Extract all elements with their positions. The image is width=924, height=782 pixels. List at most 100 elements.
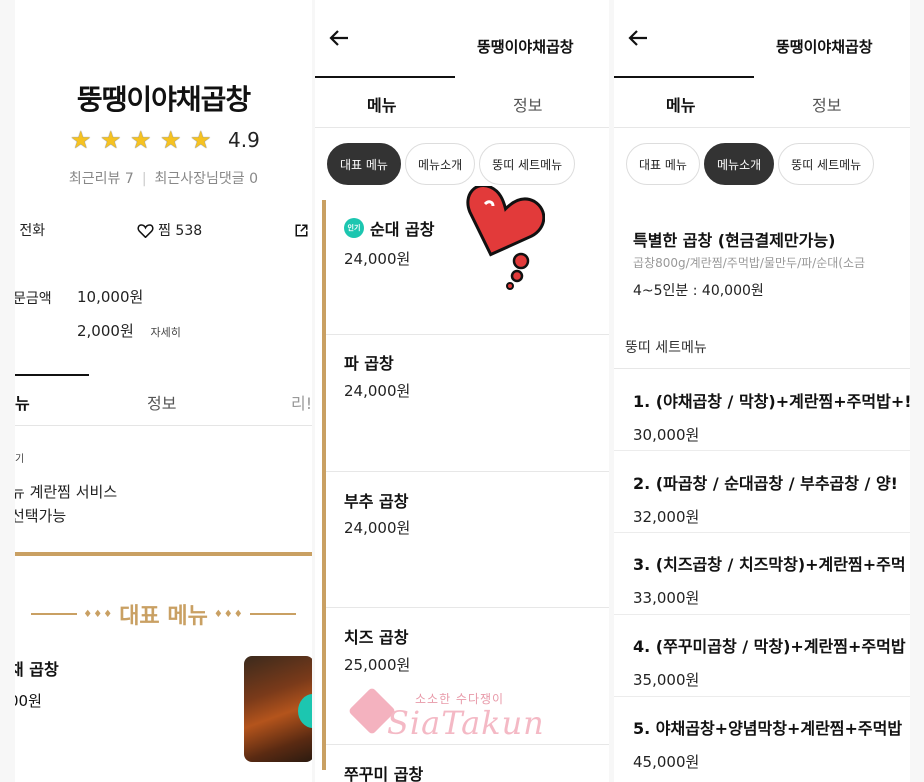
menu-item-name: 치즈 곱창: [344, 628, 409, 647]
chip-menu-intro[interactable]: 메뉴소개: [703, 143, 775, 185]
star-icon: ★: [190, 126, 212, 154]
set-menu-name: 1. (야채곱창 / 막창)+계란찜+주먹밥+!: [633, 392, 910, 411]
header-title: 뚱땡이야채곱창: [776, 38, 873, 56]
badge-dot: [298, 694, 312, 728]
menu-tabs: 메뉴 정보: [614, 76, 910, 128]
tab-info[interactable]: 정보: [812, 92, 841, 116]
owner-comments-link[interactable]: 최근사장님댓글 0: [155, 171, 259, 187]
tab-info[interactable]: 정보: [513, 92, 542, 116]
call-label: 전화: [19, 223, 46, 239]
set-menu-name: 3. (치즈곱창 / 치즈막창)+계란찜+주먹: [633, 555, 906, 574]
top-bar: 뚱땡이야채곱창: [315, 0, 609, 76]
menu-tabs: 메뉴 정보: [315, 76, 609, 128]
set-menu-item[interactable]: 3. (치즈곱창 / 치즈막창)+계란찜+주먹 33,000원: [633, 551, 906, 608]
set-menu-price: 30,000원: [633, 426, 700, 444]
store-home-panel: 뚱땡이야채곱창 ★ ★ ★ ★ ★ 4.9 최근리뷰 7 | 최근사장님댓글 0 ❯…: [15, 0, 312, 782]
menu-item-price: 25,000원: [344, 656, 411, 674]
call-button[interactable]: ❯ 전화: [15, 220, 45, 240]
min-order-label: 문금액: [15, 291, 52, 307]
review-summary: 최근리뷰 7 | 최근사장님댓글 0: [15, 168, 312, 188]
header-title: 뚱땡이야채곱창: [477, 38, 574, 56]
category-chips: 대표 메뉴 메뉴소개 뚱띠 세트메뉴: [626, 143, 875, 185]
top-bar: 뚱땡이야채곱창: [614, 0, 910, 76]
notice-text: 뉴 계란찜 서비스 선택가능: [15, 480, 117, 528]
menu-item-name: 파 곱창: [344, 354, 394, 373]
divider: [614, 368, 910, 369]
set-menu-name: 2. (파곱창 / 순대곱창 / 부추곱창 / 양!: [633, 474, 898, 493]
set-menu-name: 5. 야채곱창+양념막창+계란찜+주먹밥: [633, 719, 903, 738]
set-menu-price: 45,000원: [633, 753, 700, 771]
chip-signature-menu[interactable]: 대표 메뉴: [327, 143, 401, 185]
notice-line: 뉴 계란찜 서비스: [15, 483, 118, 501]
store-action-bar: ❯ 전화 찜 538 공: [15, 220, 312, 240]
chip-signature-menu[interactable]: 대표 메뉴: [626, 143, 700, 185]
divider: [614, 450, 910, 451]
rating-row: ★ ★ ★ ★ ★ 4.9: [70, 126, 260, 154]
category-chips: 대표 메뉴 메뉴소개 뚱띠 세트메뉴: [327, 143, 576, 185]
share-button[interactable]: 공: [294, 220, 312, 240]
detail-link[interactable]: 자세히: [151, 326, 181, 339]
menu-item-name: 순대 곱창: [370, 220, 435, 239]
tab-menu[interactable]: 뉴: [15, 390, 30, 414]
divider: |: [141, 171, 147, 187]
banner-line: [249, 613, 296, 615]
section-title: 뚱띠 세트메뉴: [625, 340, 707, 356]
star-icon: ★: [160, 126, 182, 154]
tab-menu[interactable]: 메뉴: [367, 92, 396, 116]
delivery-fee-row: 2,000원 자세히: [77, 320, 181, 341]
set-menu-item[interactable]: 1. (야채곱창 / 막창)+계란찜+주먹밥+! 30,000원: [633, 388, 910, 445]
store-tabs: 뉴 정보 리!: [15, 374, 312, 426]
set-menu-price: 33,000원: [633, 589, 700, 607]
menu-signature-panel: 뚱땡이야채곱창 메뉴 정보 대표 메뉴 메뉴소개 뚱띠 세트메뉴 인기 순대 곱…: [315, 0, 609, 782]
section-divider: [15, 552, 312, 556]
active-tab-indicator: [15, 374, 89, 376]
star-icon: ★: [100, 126, 122, 154]
chip-menu-intro[interactable]: 메뉴소개: [404, 143, 476, 185]
min-order-value: 10,000원: [77, 288, 144, 306]
back-arrow-icon[interactable]: [628, 28, 648, 53]
tab-reviews[interactable]: 리!: [291, 390, 312, 414]
min-order-row: 문금액 10,000원: [15, 288, 143, 308]
chip-set-menu[interactable]: 뚱띠 세트메뉴: [778, 143, 875, 185]
notice-line: 선택가능: [15, 507, 67, 525]
delivery-fee-value: 2,000원: [77, 322, 134, 340]
menu-item-price: 00원: [15, 692, 42, 710]
favorite-count: 찜 538: [158, 223, 203, 239]
set-menu-item[interactable]: 5. 야채곱창+양념막창+계란찜+주먹밥 45,000원: [633, 715, 902, 772]
set-menu-price: 32,000원: [633, 508, 700, 526]
special-menu-title[interactable]: 특별한 곱창 (현금결제만가능): [633, 227, 835, 251]
set-menu-item[interactable]: 2. (파곱창 / 순대곱창 / 부추곱창 / 양! 32,000원: [633, 470, 898, 527]
chip-set-menu[interactable]: 뚱띠 세트메뉴: [479, 143, 576, 185]
menu-item[interactable]: 부추 곱창 24,000원: [326, 472, 609, 608]
divider: [614, 532, 910, 533]
tab-info[interactable]: 정보: [147, 390, 176, 414]
favorite-button[interactable]: 찜 538: [137, 220, 202, 240]
menu-intro-panel: 뚱땡이야채곱창 메뉴 정보 대표 메뉴 메뉴소개 뚱띠 세트메뉴 특별한 곱창 …: [614, 0, 910, 782]
set-menu-price: 35,000원: [633, 671, 700, 689]
menu-item[interactable]: 파 곱창 24,000원: [326, 335, 609, 472]
tab-menu[interactable]: 메뉴: [666, 92, 695, 116]
signature-menu-banner: ♦♦♦ 대표 메뉴 ♦♦♦: [15, 598, 312, 630]
screenshot-collage: 뚱땡이야채곱창 ★ ★ ★ ★ ★ 4.9 최근리뷰 7 | 최근사장님댓글 0 ❯…: [0, 0, 924, 782]
menu-item-price: 24,000원: [344, 382, 411, 400]
banner-dots: ♦♦♦: [213, 608, 244, 620]
banner-title: 대표 메뉴: [119, 604, 208, 629]
watermark-title: SiaTakun: [387, 704, 545, 742]
divider: [614, 614, 910, 615]
store-title: 뚱땡이야채곱창: [76, 83, 251, 116]
menu-item-price: 24,000원: [344, 250, 411, 268]
back-arrow-icon[interactable]: [329, 28, 349, 53]
heart-sticker-icon: [466, 186, 545, 290]
banner-dots: ♦♦♦: [83, 608, 114, 620]
recent-reviews-link[interactable]: 최근리뷰 7: [69, 171, 134, 187]
menu-item-price: 24,000원: [344, 519, 411, 537]
popular-badge: 인기: [344, 218, 364, 238]
menu-item-photo[interactable]: [244, 656, 312, 762]
star-icon: ★: [130, 126, 152, 154]
menu-item-name[interactable]: 채 곱창: [15, 656, 59, 680]
menu-item-name: 쭈꾸미 곱창: [344, 765, 424, 782]
special-menu-description: 곱창800g/계란찜/주먹밥/물만두/파/순대(소금: [633, 256, 866, 270]
notice-label: 기: [15, 454, 25, 465]
set-menu-item[interactable]: 4. (쭈꾸미곱창 / 막창)+계란찜+주먹밥 35,000원: [633, 633, 906, 690]
active-tab-indicator: [315, 76, 455, 78]
